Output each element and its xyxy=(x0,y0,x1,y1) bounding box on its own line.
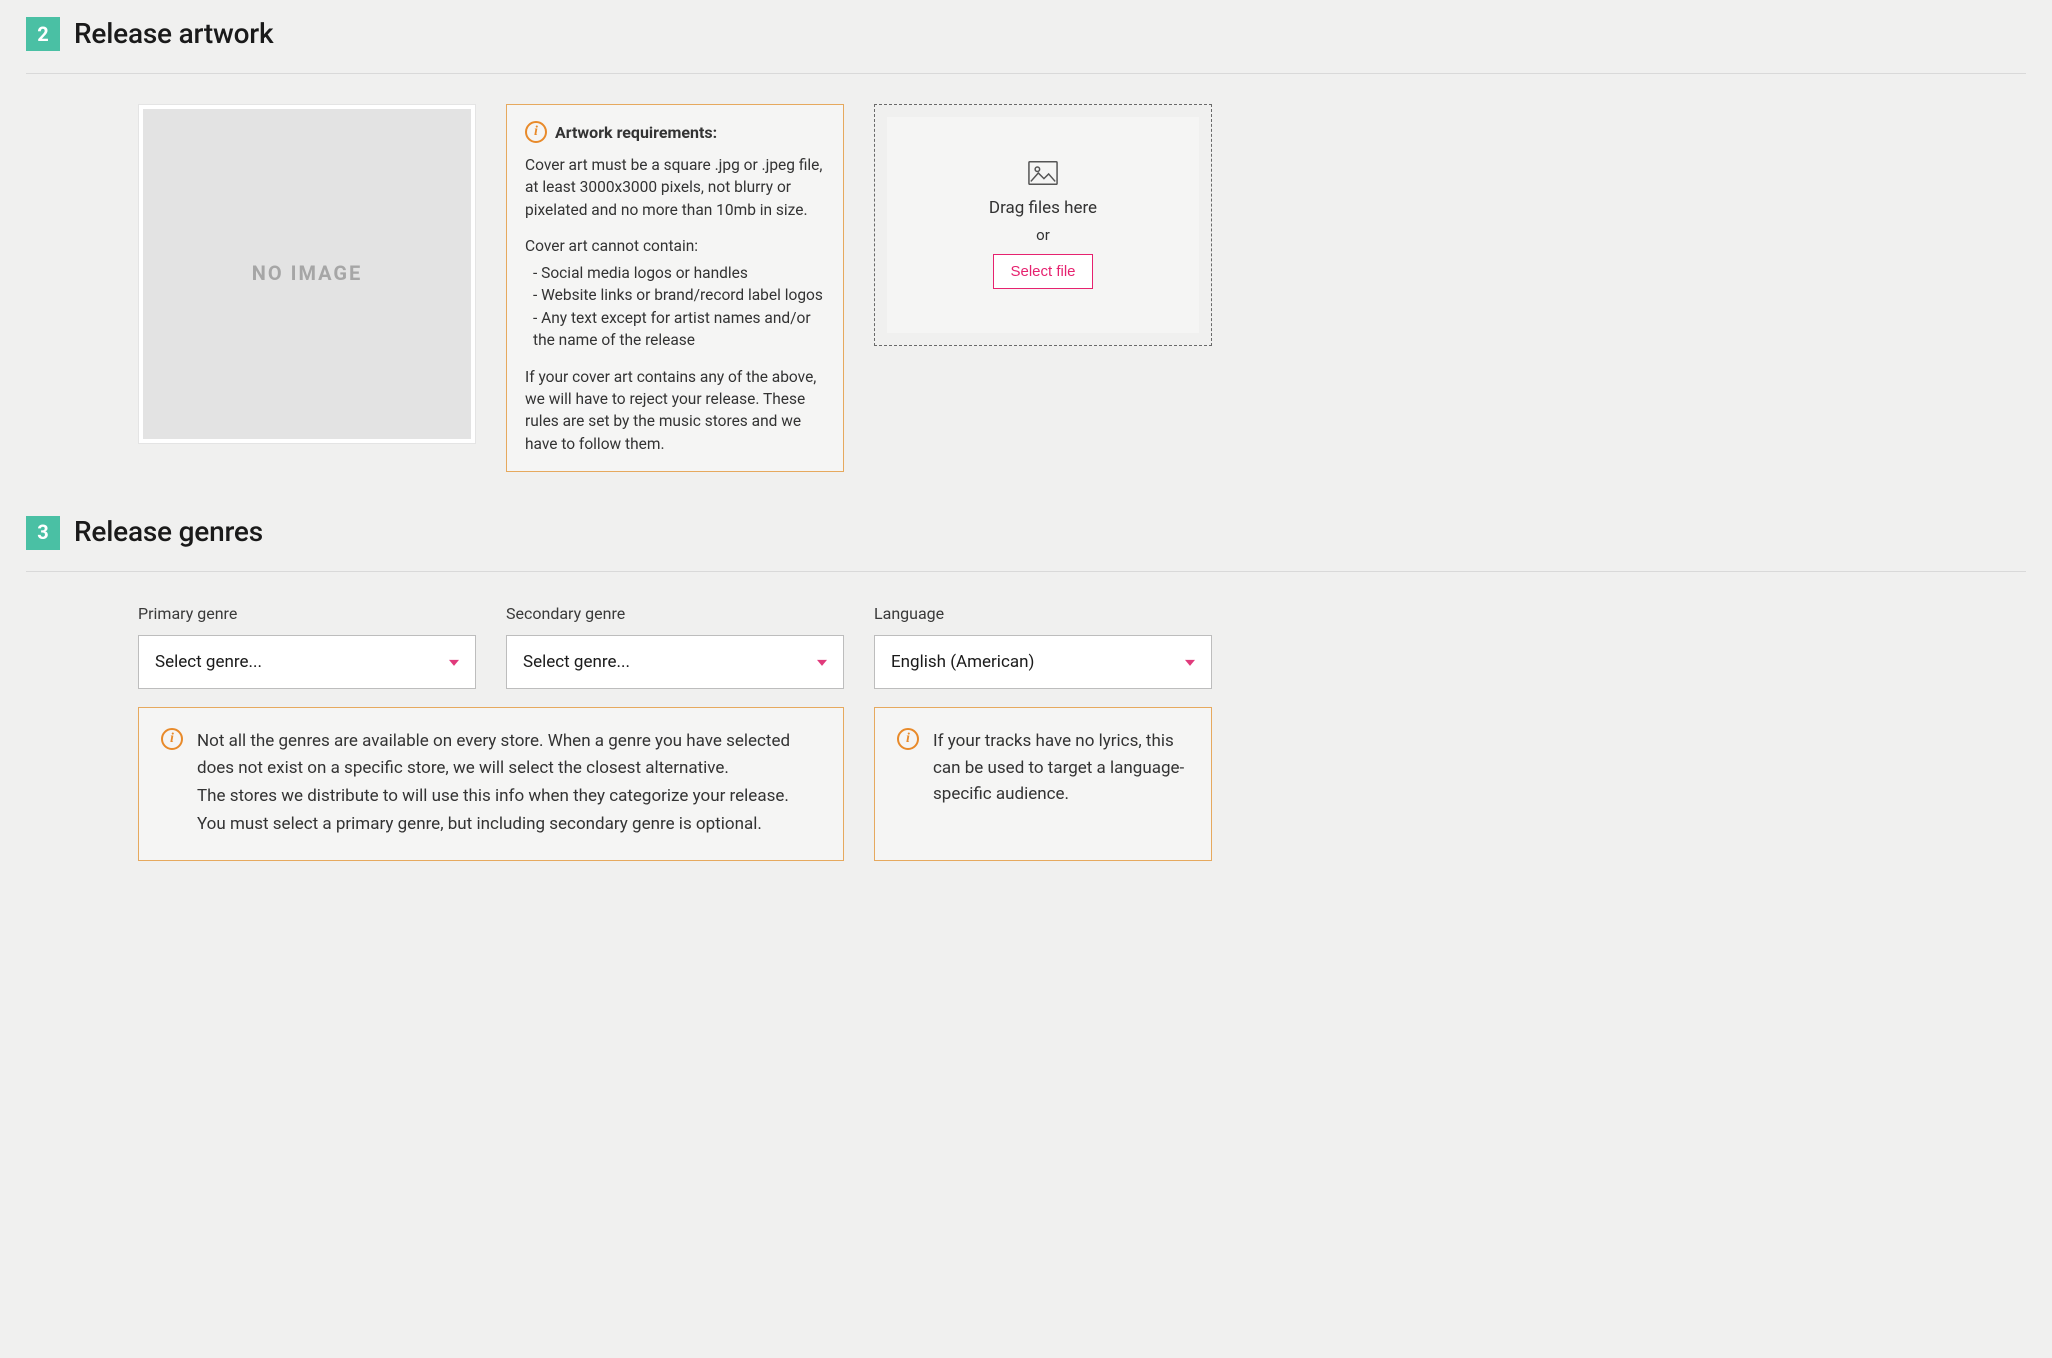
info-icon: i xyxy=(897,728,919,750)
drag-label: Drag files here xyxy=(989,196,1097,221)
artwork-row: NO IMAGE i Artwork requirements: Cover a… xyxy=(26,104,2026,473)
primary-genre-value: Select genre... xyxy=(155,650,262,675)
section-title: Release genres xyxy=(74,512,263,553)
genre-row: Primary genre Select genre... Secondary … xyxy=(26,602,2026,689)
secondary-genre-field: Secondary genre Select genre... xyxy=(506,602,844,689)
caret-down-icon xyxy=(449,660,459,666)
dropzone-inner: Drag files here or Select file xyxy=(887,117,1199,333)
primary-genre-select[interactable]: Select genre... xyxy=(138,635,476,689)
secondary-genre-label: Secondary genre xyxy=(506,602,844,625)
caret-down-icon xyxy=(1185,660,1195,666)
section-title: Release artwork xyxy=(74,14,273,55)
language-note-card: i If your tracks have no lyrics, this ca… xyxy=(874,707,1212,860)
language-label: Language xyxy=(874,602,1212,625)
no-image-placeholder: NO IMAGE xyxy=(143,109,471,439)
language-note-body: If your tracks have no lyrics, this can … xyxy=(933,728,1189,807)
section-release-artwork: 2 Release artwork NO IMAGE i Artwork req… xyxy=(26,14,2026,472)
section-header: 3 Release genres xyxy=(26,512,2026,572)
language-value: English (American) xyxy=(891,650,1034,675)
artwork-cannot-list: Social media logos or handles Website li… xyxy=(525,262,825,352)
primary-genre-label: Primary genre xyxy=(138,602,476,625)
select-file-button[interactable]: Select file xyxy=(993,254,1092,289)
language-select[interactable]: English (American) xyxy=(874,635,1212,689)
or-label: or xyxy=(1036,225,1050,247)
artwork-dropzone[interactable]: Drag files here or Select file xyxy=(874,104,1212,346)
genre-note-body: Not all the genres are available on ever… xyxy=(197,728,821,839)
artwork-requirements-card: i Artwork requirements: Cover art must b… xyxy=(506,104,844,473)
artwork-cannot-intro: Cover art cannot contain: xyxy=(525,235,825,257)
primary-genre-field: Primary genre Select genre... xyxy=(138,602,476,689)
artwork-rule-3: Any text except for artist names and/or … xyxy=(525,307,825,352)
section-header: 2 Release artwork xyxy=(26,14,2026,74)
genre-note-line2: The stores we distribute to will use thi… xyxy=(197,783,821,809)
notes-row: i Not all the genres are available on ev… xyxy=(26,707,2026,860)
genre-note-card: i Not all the genres are available on ev… xyxy=(138,707,844,860)
secondary-genre-select[interactable]: Select genre... xyxy=(506,635,844,689)
artwork-requirements-heading: Artwork requirements: xyxy=(555,121,717,144)
step-badge-3: 3 xyxy=(26,516,60,550)
artwork-rule-2: Website links or brand/record label logo… xyxy=(525,284,825,306)
language-field: Language English (American) xyxy=(874,602,1212,689)
info-icon: i xyxy=(161,728,183,750)
artwork-preview: NO IMAGE xyxy=(138,104,476,444)
step-badge-2: 2 xyxy=(26,17,60,51)
genre-note-line1: Not all the genres are available on ever… xyxy=(197,728,821,781)
secondary-genre-value: Select genre... xyxy=(523,650,630,675)
section-release-genres: 3 Release genres Primary genre Select ge… xyxy=(26,512,2026,860)
artwork-req-p1: Cover art must be a square .jpg or .jpeg… xyxy=(525,154,825,221)
caret-down-icon xyxy=(817,660,827,666)
genre-note-line3: You must select a primary genre, but inc… xyxy=(197,811,821,837)
artwork-rule-1: Social media logos or handles xyxy=(525,262,825,284)
artwork-req-p3: If your cover art contains any of the ab… xyxy=(525,366,825,456)
image-icon xyxy=(1028,160,1058,186)
info-icon: i xyxy=(525,121,547,143)
